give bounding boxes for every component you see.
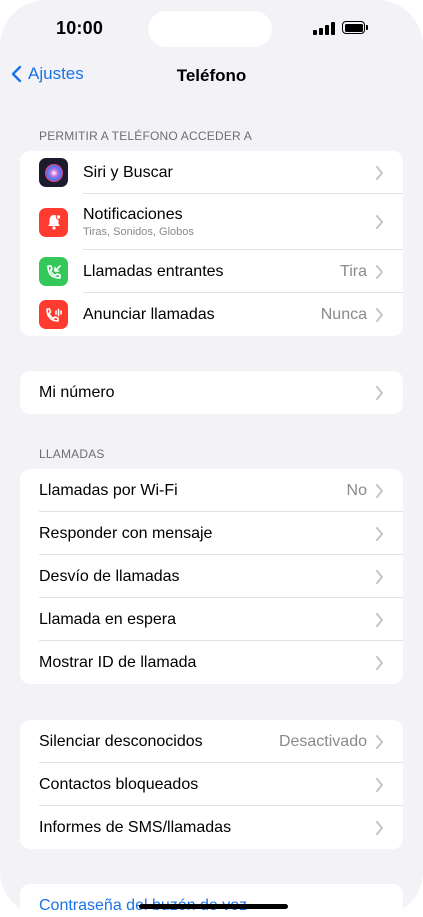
silence-unknown-label: Silenciar desconocidos bbox=[39, 732, 203, 750]
voicemail-password-row[interactable]: Contraseña del buzón de voz bbox=[20, 884, 403, 917]
notifications-sublabel: Tiras, Sonidos, Globos bbox=[83, 226, 194, 238]
chevron-right-icon bbox=[376, 569, 383, 584]
sms-call-reporting-label: Informes de SMS/llamadas bbox=[39, 818, 232, 836]
signal-icon bbox=[313, 22, 337, 35]
my-number-group: Mi número bbox=[20, 371, 403, 414]
chevron-right-icon bbox=[376, 655, 383, 670]
page-title: Teléfono bbox=[176, 66, 247, 85]
wifi-calling-row[interactable]: Llamadas por Wi-Fi No bbox=[20, 469, 403, 512]
phone-screen: 10:00 Ajustes Teléfono PERMITIR A TELÉFO… bbox=[0, 0, 423, 917]
chevron-right-icon bbox=[376, 215, 383, 229]
incoming-calls-value: Tira bbox=[340, 262, 367, 280]
chevron-right-icon bbox=[376, 307, 383, 322]
dynamic-island bbox=[148, 11, 272, 47]
respond-with-text-row[interactable]: Responder con mensaje bbox=[20, 512, 403, 555]
call-waiting-row[interactable]: Llamada en espera bbox=[20, 598, 403, 641]
incoming-calls-row[interactable]: Llamadas entrantes Tira bbox=[20, 250, 403, 293]
silence-unknown-row[interactable]: Silenciar desconocidos Desactivado bbox=[20, 720, 403, 763]
announce-calls-value: Nunca bbox=[320, 305, 367, 323]
sms-call-reporting-row[interactable]: Informes de SMS/llamadas bbox=[20, 806, 403, 849]
call-forwarding-label: Desvío de llamadas bbox=[39, 567, 180, 585]
call-waiting-label: Llamada en espera bbox=[39, 610, 176, 628]
chevron-right-icon bbox=[376, 734, 383, 749]
section-header-access: PERMITIR A TELÉFONO ACCEDER A bbox=[39, 129, 252, 143]
notifications-label: Notificaciones bbox=[83, 206, 183, 223]
access-group: Siri y Buscar Notificaciones Tiras, Soni… bbox=[20, 151, 403, 336]
incoming-calls-label: Llamadas entrantes bbox=[83, 262, 224, 280]
calls-group: Llamadas por Wi-Fi No Responder con mens… bbox=[20, 469, 403, 684]
section-header-calls: LLAMADAS bbox=[39, 447, 105, 461]
my-number-row[interactable]: Mi número bbox=[20, 371, 403, 414]
chevron-right-icon bbox=[376, 526, 383, 541]
announce-calls-label: Anunciar llamadas bbox=[83, 305, 215, 323]
siri-icon bbox=[39, 158, 68, 187]
silence-unknown-value: Desactivado bbox=[278, 732, 367, 750]
wifi-calling-label: Llamadas por Wi-Fi bbox=[39, 481, 178, 499]
wifi-calling-value: No bbox=[346, 481, 367, 499]
notifications-row[interactable]: Notificaciones Tiras, Sonidos, Globos bbox=[20, 194, 403, 250]
chevron-right-icon bbox=[376, 385, 383, 400]
home-indicator[interactable] bbox=[139, 904, 288, 909]
chevron-right-icon bbox=[376, 777, 383, 792]
siri-search-label: Siri y Buscar bbox=[83, 163, 173, 181]
blocking-group: Silenciar desconocidos Desactivado Conta… bbox=[20, 720, 403, 849]
blocked-contacts-row[interactable]: Contactos bloqueados bbox=[20, 763, 403, 806]
battery-icon bbox=[342, 21, 369, 34]
status-time: 10:00 bbox=[56, 18, 104, 38]
navigation-bar: Ajustes Teléfono bbox=[0, 58, 423, 92]
notifications-icon bbox=[39, 207, 68, 237]
incoming-call-icon bbox=[39, 257, 68, 286]
call-forwarding-row[interactable]: Desvío de llamadas bbox=[20, 555, 403, 598]
chevron-right-icon bbox=[376, 483, 383, 498]
my-number-label: Mi número bbox=[39, 383, 115, 401]
respond-with-text-label: Responder con mensaje bbox=[39, 524, 213, 542]
siri-search-row[interactable]: Siri y Buscar bbox=[20, 151, 403, 194]
chevron-right-icon bbox=[376, 612, 383, 627]
blocked-contacts-label: Contactos bloqueados bbox=[39, 775, 199, 793]
show-caller-id-label: Mostrar ID de llamada bbox=[39, 653, 197, 671]
announce-calls-icon bbox=[39, 300, 68, 329]
chevron-right-icon bbox=[376, 820, 383, 835]
announce-calls-row[interactable]: Anunciar llamadas Nunca bbox=[20, 293, 403, 336]
show-caller-id-row[interactable]: Mostrar ID de llamada bbox=[20, 641, 403, 684]
chevron-right-icon bbox=[376, 264, 383, 279]
status-bar: 10:00 bbox=[0, 0, 423, 58]
chevron-right-icon bbox=[376, 165, 383, 180]
